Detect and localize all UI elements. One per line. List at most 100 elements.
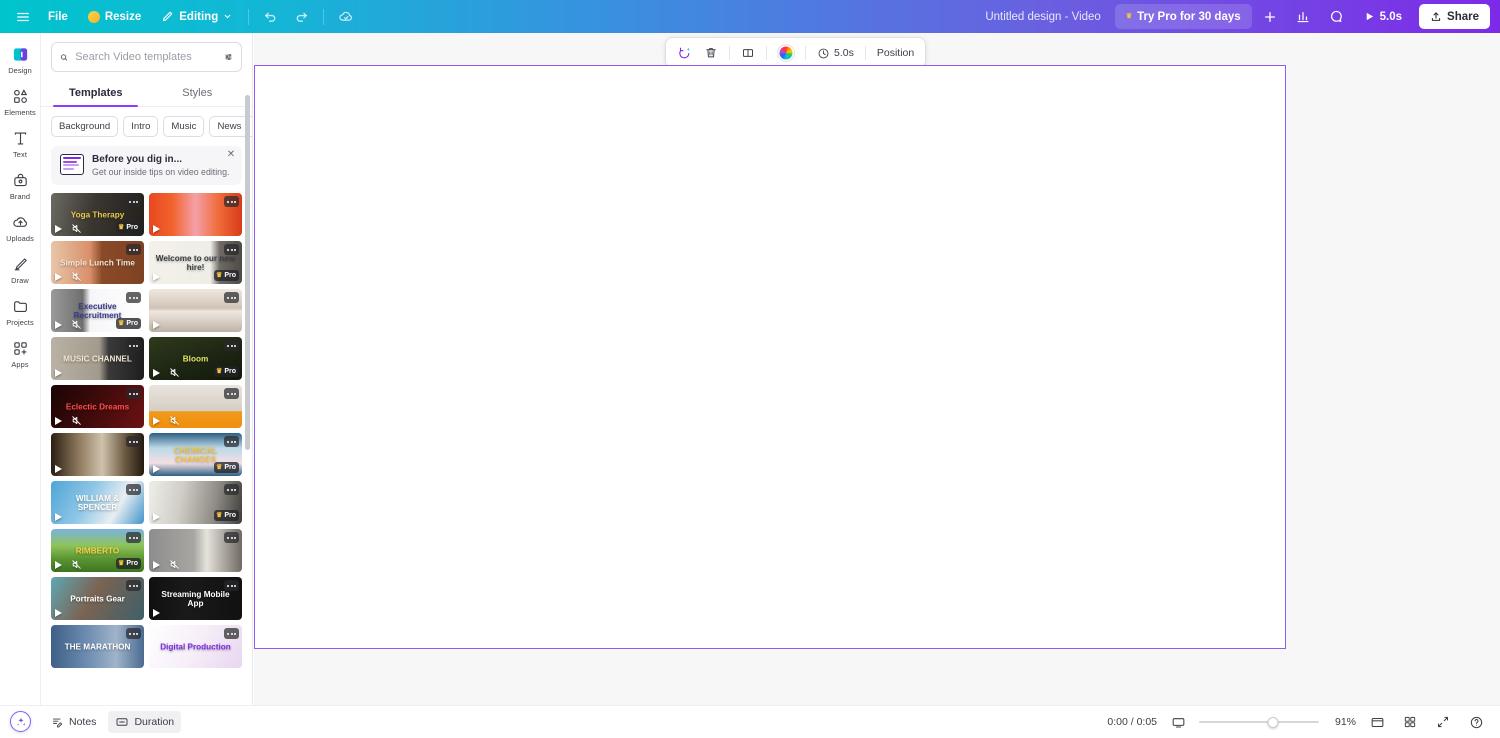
play-icon[interactable]: [55, 225, 62, 233]
template-card[interactable]: RIMBERTO ♛ Pro: [51, 529, 144, 572]
trash-icon[interactable]: [699, 42, 723, 65]
mute-icon[interactable]: [169, 367, 180, 378]
play-icon[interactable]: [153, 417, 160, 425]
close-icon[interactable]: ✕: [225, 149, 237, 161]
duration-toggle-button[interactable]: Duration: [108, 711, 182, 733]
sidebar-item-brand[interactable]: Brand: [0, 165, 41, 207]
design-canvas-page[interactable]: [254, 65, 1286, 649]
mute-icon[interactable]: [71, 223, 82, 234]
sidebar-item-apps[interactable]: Apps: [0, 333, 41, 375]
template-more-options-icon[interactable]: [126, 244, 141, 255]
mute-icon[interactable]: [71, 319, 82, 330]
template-more-options-icon[interactable]: [224, 340, 239, 351]
play-icon[interactable]: [153, 369, 160, 377]
magic-animate-icon[interactable]: [672, 42, 697, 65]
template-more-options-icon[interactable]: [224, 628, 239, 639]
display-icon[interactable]: [1166, 711, 1190, 733]
mute-icon[interactable]: [169, 559, 180, 570]
duration-button[interactable]: 5.0s: [812, 42, 859, 65]
panel-scrollbar[interactable]: [245, 95, 250, 450]
template-card[interactable]: [149, 289, 242, 332]
cloud-save-icon[interactable]: [331, 4, 360, 29]
template-card[interactable]: Executive Recruitment ♛ Pro: [51, 289, 144, 332]
notes-button[interactable]: Notes: [44, 711, 103, 733]
position-button[interactable]: Position: [872, 42, 919, 65]
template-more-options-icon[interactable]: [224, 436, 239, 447]
template-card[interactable]: Yoga Therapy ♛ Pro: [51, 193, 144, 236]
mute-icon[interactable]: [71, 271, 82, 282]
template-more-options-icon[interactable]: [224, 196, 239, 207]
share-button[interactable]: Share: [1419, 4, 1490, 29]
tab-styles[interactable]: Styles: [147, 80, 249, 107]
zoom-slider-knob[interactable]: [1267, 716, 1279, 728]
template-card[interactable]: THE MARATHON: [51, 625, 144, 668]
template-more-options-icon[interactable]: [126, 628, 141, 639]
play-icon[interactable]: [153, 225, 160, 233]
play-icon[interactable]: [55, 465, 62, 473]
search-box[interactable]: [51, 42, 242, 72]
sidebar-item-text[interactable]: Text: [0, 123, 41, 165]
sidebar-item-projects[interactable]: Projects: [0, 291, 41, 333]
insights-chart-icon[interactable]: [1289, 4, 1318, 29]
template-more-options-icon[interactable]: [224, 244, 239, 255]
template-card[interactable]: [149, 385, 242, 428]
template-card[interactable]: CHEMICAL CHANGES ♛ Pro: [149, 433, 242, 476]
template-card[interactable]: ♛ Pro: [149, 481, 242, 524]
template-more-options-icon[interactable]: [126, 196, 141, 207]
template-more-options-icon[interactable]: [126, 484, 141, 495]
play-icon[interactable]: [55, 321, 62, 329]
mute-icon[interactable]: [169, 415, 180, 426]
sidebar-item-draw[interactable]: Draw: [0, 249, 41, 291]
resize-button[interactable]: Resize: [79, 4, 150, 29]
template-card[interactable]: [51, 433, 144, 476]
chip-intro[interactable]: Intro: [123, 116, 159, 137]
search-input[interactable]: [75, 51, 218, 63]
template-more-options-icon[interactable]: [126, 340, 141, 351]
template-more-options-icon[interactable]: [126, 532, 141, 543]
template-card[interactable]: WILLIAM & SPENCER: [51, 481, 144, 524]
hamburger-menu-icon[interactable]: [8, 4, 37, 29]
play-icon[interactable]: [153, 465, 160, 473]
play-icon[interactable]: [153, 513, 160, 521]
plus-icon[interactable]: [1256, 4, 1285, 29]
play-icon[interactable]: [55, 417, 62, 425]
play-icon[interactable]: [153, 609, 160, 617]
document-title[interactable]: Untitled design - Video: [975, 11, 1111, 23]
template-more-options-icon[interactable]: [126, 580, 141, 591]
sidebar-item-uploads[interactable]: Uploads: [0, 207, 41, 249]
template-card[interactable]: Bloom ♛ Pro: [149, 337, 242, 380]
play-icon[interactable]: [55, 561, 62, 569]
chip-music[interactable]: Music: [163, 116, 205, 137]
play-icon[interactable]: [55, 609, 62, 617]
grid-view-icon[interactable]: [1398, 711, 1422, 733]
undo-icon[interactable]: [256, 4, 285, 29]
template-more-options-icon[interactable]: [224, 484, 239, 495]
chip-background[interactable]: Background: [51, 116, 119, 137]
template-card[interactable]: Welcome to our new hire! ♛ Pro: [149, 241, 242, 284]
zoom-slider[interactable]: [1199, 715, 1319, 729]
editing-mode-button[interactable]: Editing: [152, 4, 241, 29]
template-more-options-icon[interactable]: [126, 436, 141, 447]
fullscreen-icon[interactable]: [1431, 711, 1455, 733]
template-more-options-icon[interactable]: [224, 292, 239, 303]
sidebar-item-design[interactable]: Design: [0, 39, 41, 81]
canvas-stage[interactable]: 5.0s Position: [254, 33, 1500, 705]
mute-icon[interactable]: [71, 415, 82, 426]
page-view-icon[interactable]: [1365, 711, 1389, 733]
comment-icon[interactable]: [1322, 4, 1351, 29]
duplicate-page-icon[interactable]: [736, 42, 760, 65]
tab-templates[interactable]: Templates: [45, 80, 147, 107]
template-card[interactable]: Portraits Gear: [51, 577, 144, 620]
template-card[interactable]: Eclectic Dreams: [51, 385, 144, 428]
mute-icon[interactable]: [71, 559, 82, 570]
play-icon[interactable]: [55, 513, 62, 521]
preview-play-button[interactable]: 5.0s: [1355, 4, 1411, 29]
template-card[interactable]: Digital Production: [149, 625, 242, 668]
magic-assistant-icon[interactable]: [10, 711, 31, 732]
template-more-options-icon[interactable]: [126, 292, 141, 303]
help-icon[interactable]: [1464, 711, 1488, 733]
template-card[interactable]: Streaming Mobile App: [149, 577, 242, 620]
redo-icon[interactable]: [287, 4, 316, 29]
try-pro-button[interactable]: ♛ Try Pro for 30 days: [1114, 4, 1252, 29]
template-card[interactable]: [149, 529, 242, 572]
